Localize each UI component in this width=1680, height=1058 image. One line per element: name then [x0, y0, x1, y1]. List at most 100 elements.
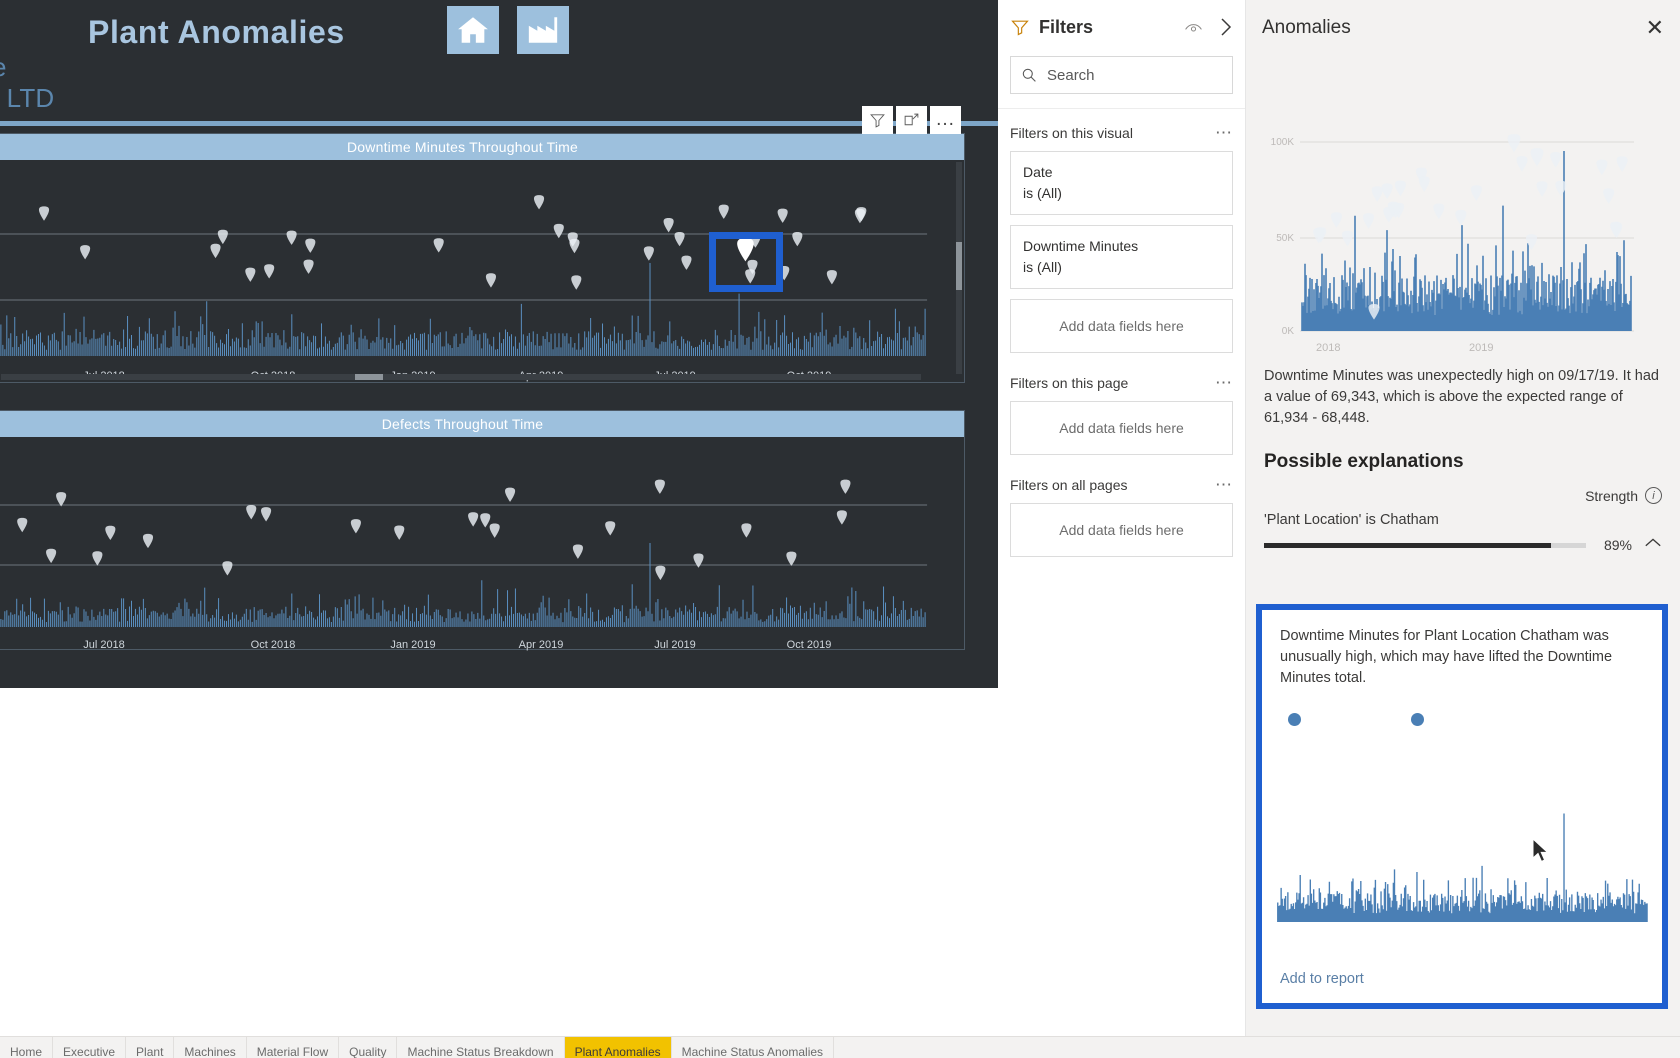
strength-row: Strength i — [1246, 473, 1680, 504]
x-tick: Oct 2018 — [250, 639, 296, 651]
legend-dot-2 — [1411, 713, 1424, 726]
visual-downtime-minutes[interactable]: Downtime Minutes Throughout Time Apr 201… — [0, 133, 965, 383]
funnel-icon — [1011, 20, 1029, 36]
factory-icon — [528, 17, 558, 43]
anomalies-title: Anomalies — [1262, 17, 1351, 38]
eye-hidden-icon — [1185, 24, 1202, 32]
visual-filter-button[interactable] — [862, 106, 893, 134]
filter-card-downtime-minutes[interactable]: Downtime Minutes is (All) — [1010, 225, 1233, 289]
report-header: e s LTD Plant Anomalies — [0, 0, 998, 126]
home-icon — [458, 17, 488, 43]
x-tick: Oct 2019 — [786, 639, 832, 651]
filters-search-placeholder: Search — [1047, 66, 1095, 84]
page-tab[interactable]: Machine Status Anomalies — [672, 1037, 835, 1058]
filter-card-date[interactable]: Date is (All) — [1010, 151, 1233, 215]
hide-filters-button[interactable] — [1184, 20, 1203, 34]
filters-title: Filters — [1039, 16, 1094, 37]
collapse-explanation-button[interactable] — [1644, 536, 1662, 554]
logo-line-2: s LTD — [0, 83, 55, 113]
search-icon — [1022, 68, 1036, 82]
info-icon[interactable]: i — [1645, 487, 1662, 504]
strength-percent: 89% — [1603, 537, 1632, 553]
more-options-icon: ... — [936, 109, 955, 130]
explanation-mini-svg — [1277, 813, 1648, 922]
company-logo: e s LTD — [0, 52, 54, 114]
logo-line-1: e — [0, 52, 54, 83]
anomaly-description: Downtime Minutes was unexpectedly high o… — [1264, 368, 1659, 426]
downtime-v-scrollbar[interactable] — [956, 162, 962, 374]
anomalies-chart-svg: 100K 50K 0K 2018 2019 — [1271, 134, 1634, 354]
x-tick-2018: 2018 — [1316, 342, 1340, 354]
add-to-report-link[interactable]: Add to report — [1280, 971, 1364, 987]
page-tab-strip[interactable]: Home Executive Plant Machines Material Flow Q… — [0, 1036, 1680, 1058]
y-tick-50k: 50K — [1276, 233, 1294, 244]
strength-label: Strength — [1585, 487, 1638, 504]
filter-field-condition: is (All) — [1023, 259, 1062, 275]
defects-chart-svg — [0, 479, 928, 627]
filters-page-dropzone[interactable]: Add data fields here — [1010, 401, 1233, 455]
page-tab[interactable]: Machines — [174, 1037, 247, 1058]
page-tab[interactable]: Plant — [126, 1037, 175, 1058]
y-tick-100k: 100K — [1271, 137, 1295, 148]
filter-field-name: Date — [1023, 164, 1053, 180]
defects-x-axis: Apr 2018 Jul 2018 Oct 2018 Jan 2019 Apr … — [0, 639, 964, 657]
filters-divider — [998, 108, 1245, 109]
visual-more-options-button[interactable]: ... — [930, 106, 961, 134]
visual-title-downtime: Downtime Minutes Throughout Time — [0, 134, 964, 160]
report-canvas: e s LTD Plant Anomalies — [0, 0, 998, 688]
filters-search-box[interactable]: Search — [1010, 56, 1233, 94]
defects-plot-area[interactable] — [0, 437, 964, 633]
page-tab[interactable]: Quality — [339, 1037, 398, 1058]
downtime-h-scrollbar[interactable] — [1, 374, 921, 380]
downtime-plot-area[interactable] — [0, 160, 964, 365]
visual-toolbar: ... — [862, 106, 961, 134]
visual-title-defects: Defects Throughout Time — [0, 411, 964, 437]
filters-section-page-label: Filters on this page — [1010, 375, 1129, 391]
filters-section-visual: Filters on this visual ⋯ — [998, 124, 1245, 141]
page-tab[interactable]: Plant Anomalies — [564, 1037, 672, 1058]
explanation-card-body: Downtime Minutes for Plant Location Chat… — [1262, 610, 1662, 726]
x-tick: Jul 2019 — [654, 639, 696, 651]
nav-button-plant[interactable] — [517, 6, 569, 54]
header-divider — [0, 121, 998, 126]
filter-icon — [870, 113, 885, 128]
page-tab[interactable]: Machine Status Breakdown — [397, 1037, 565, 1058]
chevron-right-icon — [1221, 18, 1232, 36]
page-tab[interactable]: Material Flow — [247, 1037, 340, 1058]
filters-section-visual-label: Filters on this visual — [1010, 125, 1133, 141]
x-tick: Jan 2019 — [390, 639, 436, 651]
filters-section-all-pages-label: Filters on all pages — [1010, 477, 1128, 493]
page-tab[interactable]: Executive — [53, 1037, 127, 1058]
anomalies-overview-chart[interactable]: 100K 50K 0K 2018 2019 — [1254, 56, 1672, 356]
chevron-up-icon — [1645, 538, 1661, 547]
filters-section-page-more-icon[interactable]: ⋯ — [1215, 374, 1233, 391]
explanation-card[interactable]: Downtime Minutes for Plant Location Chat… — [1256, 604, 1668, 1009]
explanation-card-text: Downtime Minutes for Plant Location Chat… — [1280, 628, 1613, 686]
explanation-legend — [1280, 689, 1644, 726]
filters-all-pages-dropzone[interactable]: Add data fields here — [1010, 503, 1233, 557]
filters-section-visual-more-icon[interactable]: ⋯ — [1215, 124, 1233, 141]
page-tab[interactable]: Home — [0, 1037, 54, 1058]
filters-visual-dropzone[interactable]: Add data fields here — [1010, 299, 1233, 353]
x-tick: Jul 2018 — [83, 639, 125, 651]
filters-pane-header: Filters — [998, 0, 1245, 54]
strength-bar-track — [1264, 542, 1586, 548]
filters-section-all-pages-more-icon[interactable]: ⋯ — [1215, 476, 1233, 493]
strength-bar-row: 89% — [1246, 528, 1680, 554]
close-icon[interactable]: ✕ — [1646, 17, 1664, 39]
x-tick-2019: 2019 — [1469, 342, 1493, 354]
page-title: Plant Anomalies — [88, 14, 345, 50]
focus-mode-button[interactable] — [896, 106, 927, 134]
nav-button-home[interactable] — [447, 6, 499, 54]
visual-defects[interactable]: Defects Throughout Time Apr 2018 Jul 201… — [0, 410, 965, 651]
legend-dot-1 — [1288, 713, 1301, 726]
mouse-cursor-icon — [1532, 838, 1549, 863]
downtime-chart-svg — [0, 195, 928, 356]
strength-bar-fill — [1264, 542, 1551, 548]
explanation-mini-chart[interactable] — [1266, 726, 1658, 926]
collapse-filters-button[interactable] — [1219, 17, 1233, 37]
filter-field-name: Downtime Minutes — [1023, 238, 1139, 254]
y-tick-0k: 0K — [1282, 326, 1295, 337]
explanation-label: 'Plant Location' is Chatham — [1264, 512, 1439, 528]
filters-pane: Filters Search Filters on this visual ⋯ … — [998, 0, 1246, 1058]
